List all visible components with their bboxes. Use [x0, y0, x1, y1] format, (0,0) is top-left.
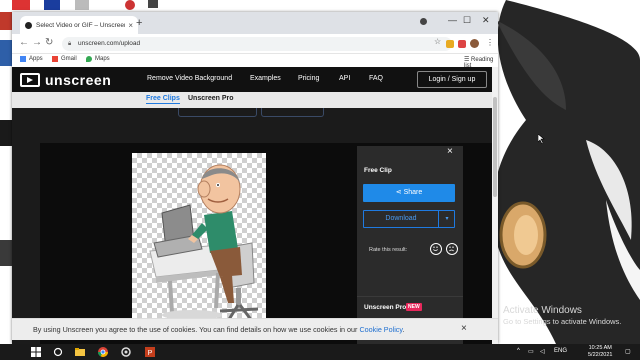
svg-text:P: P: [148, 350, 153, 357]
partial-button[interactable]: [178, 108, 257, 117]
page-scrollbar[interactable]: [492, 67, 498, 344]
extension-icon[interactable]: [446, 40, 454, 48]
panel-title: Free Clip: [364, 167, 392, 174]
web-page: unscreen Remove Video Background Example…: [12, 67, 492, 344]
bookmark-gmail[interactable]: Gmail: [52, 56, 77, 62]
browser-menu-icon[interactable]: ⋮: [486, 38, 494, 47]
clock-date: 5/22/2021: [588, 352, 613, 358]
logo-play-icon: [20, 73, 40, 87]
nav-api[interactable]: API: [339, 75, 350, 82]
apps-grid-icon: [20, 56, 26, 62]
site-header: unscreen Remove Video Background Example…: [12, 67, 492, 92]
nav-pricing[interactable]: Pricing: [298, 75, 319, 82]
desktop-icon[interactable]: [0, 120, 12, 146]
network-icon[interactable]: ▭: [528, 348, 534, 355]
subnav: Free Clips Unscreen Pro: [12, 92, 492, 108]
unscreen-pro-label: Unscreen Pro: [364, 304, 407, 311]
nav-faq[interactable]: FAQ: [369, 75, 383, 82]
volume-icon[interactable]: ◁: [540, 348, 545, 355]
browser-titlebar: Select Video or GIF – Unscreen × + — ☐ ✕: [12, 12, 498, 34]
browser-tab[interactable]: Select Video or GIF – Unscreen ×: [20, 16, 138, 34]
system-clock[interactable]: 10:25 AM 5/22/2021: [588, 345, 612, 359]
file-explorer-icon[interactable]: [74, 346, 86, 358]
cookie-text-end: .: [402, 325, 405, 334]
download-label: Download: [385, 215, 417, 222]
partial-button[interactable]: [261, 108, 324, 117]
windows-taskbar: P ^ ▭ ◁ ENG 10:25 AM 5/22/2021 ▢: [0, 344, 640, 360]
result-preview[interactable]: [132, 153, 266, 325]
mouse-cursor-icon: [538, 134, 545, 144]
desktop-icon[interactable]: [0, 40, 12, 66]
bookmark-label: Maps: [95, 56, 110, 62]
maps-icon: [86, 56, 92, 62]
nav-remove-video-background[interactable]: Remove Video Background: [147, 75, 232, 82]
url-text: unscreen.com/upload: [78, 40, 141, 47]
share-label: Share: [403, 189, 423, 196]
bookmark-label: Gmail: [61, 56, 77, 62]
download-button[interactable]: Download ▾: [363, 210, 455, 228]
language-indicator[interactable]: ENG: [554, 348, 567, 354]
cartoon-man-at-computer-image: [149, 164, 259, 322]
recording-indicator-icon[interactable]: [420, 18, 427, 25]
nav-examples[interactable]: Examples: [250, 75, 281, 82]
cookie-message: By using Unscreen you agree to the use o…: [33, 325, 404, 334]
bookmark-star-icon[interactable]: ☆: [434, 37, 441, 46]
cookie-text: By using Unscreen you agree to the use o…: [33, 325, 360, 334]
rate-prompt: Rate this result:: [369, 247, 408, 253]
bookmark-maps[interactable]: Maps: [86, 56, 110, 62]
desktop-icon[interactable]: [0, 240, 12, 266]
back-arrow-icon[interactable]: ←: [19, 37, 29, 48]
profile-avatar[interactable]: [470, 39, 479, 48]
activate-title: Activate Windows: [503, 305, 582, 316]
login-signup-button[interactable]: Login / Sign up: [417, 71, 487, 88]
bookmark-label: Apps: [29, 56, 43, 62]
cookie-policy-link[interactable]: Cookie Policy: [359, 325, 402, 334]
reload-icon[interactable]: ↻: [45, 37, 53, 48]
activate-subtitle: Go to Settings to activate Windows.: [503, 317, 622, 326]
tray-chevron-icon[interactable]: ^: [517, 348, 520, 354]
new-badge: NEW: [406, 303, 422, 311]
url-input[interactable]: 🔒︎ unscreen.com/upload: [62, 37, 452, 51]
download-options-chevron-icon[interactable]: ▾: [438, 211, 455, 227]
cookie-close-icon[interactable]: ×: [461, 323, 467, 334]
panel-divider: [357, 296, 463, 297]
maximize-button[interactable]: ☐: [463, 15, 471, 26]
happy-face-icon[interactable]: [430, 243, 442, 255]
activate-windows-watermark: Activate Windows Go to Settings to activ…: [503, 305, 621, 327]
forward-arrow-icon[interactable]: →: [32, 37, 42, 48]
extension-icon[interactable]: [458, 40, 466, 48]
clock-time: 10:25 AM: [588, 345, 612, 351]
share-button[interactable]: ⋖ Share: [363, 184, 455, 202]
tab-title: Select Video or GIF – Unscreen: [36, 21, 126, 29]
share-icon: ⋖: [395, 189, 404, 196]
new-tab-button[interactable]: +: [136, 17, 142, 29]
cookie-banner: By using Unscreen you agree to the use o…: [12, 318, 498, 340]
bookmark-apps[interactable]: Apps: [20, 56, 43, 62]
windows-start-icon[interactable]: [30, 346, 42, 358]
search-icon[interactable]: [52, 346, 64, 358]
gmail-icon: [52, 56, 58, 62]
powerpoint-icon[interactable]: P: [144, 346, 156, 358]
scrollbar-thumb[interactable]: [493, 97, 497, 197]
desktop-icon-strip: [0, 0, 12, 344]
browser-window: Select Video or GIF – Unscreen × + — ☐ ✕…: [12, 12, 498, 344]
close-panel-icon[interactable]: ×: [447, 146, 453, 157]
settings-gear-icon[interactable]: [120, 346, 132, 358]
notifications-icon[interactable]: ▢: [625, 348, 631, 355]
address-bar-row: ← → ↻ 🔒︎ unscreen.com/upload ☆ ⋮: [12, 34, 498, 54]
unscreen-favicon-icon: [25, 21, 32, 29]
unscreen-logo[interactable]: unscreen: [20, 72, 111, 88]
tab-close-icon[interactable]: ×: [128, 21, 133, 30]
chrome-icon[interactable]: [97, 346, 109, 358]
close-window-button[interactable]: ✕: [482, 15, 490, 26]
logo-text: unscreen: [45, 72, 112, 88]
lock-icon: 🔒︎: [68, 41, 72, 47]
bookmarks-bar: Apps Gmail Maps ☰ Reading list: [12, 54, 498, 69]
tab-free-clips[interactable]: Free Clips: [146, 95, 180, 104]
minimize-button[interactable]: —: [448, 15, 457, 25]
sad-face-icon[interactable]: [446, 243, 458, 255]
tab-unscreen-pro[interactable]: Unscreen Pro: [188, 95, 234, 102]
result-side-panel: × Free Clip ⋖ Share Download ▾ Rate this…: [357, 146, 463, 344]
